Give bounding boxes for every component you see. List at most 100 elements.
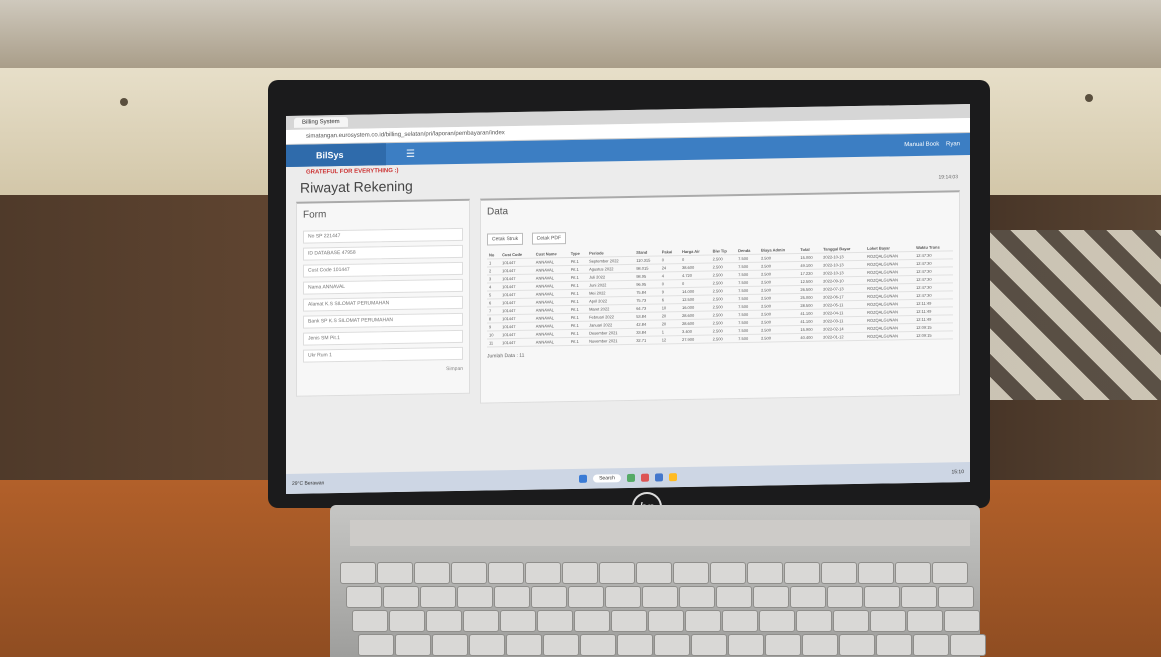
keyboard-key <box>648 610 684 632</box>
data-buttons: Cetak Struk Cetak PDF <box>487 219 953 246</box>
form-field-label: Ukr Rum <box>308 352 330 359</box>
brand-logo[interactable]: BilSys <box>286 143 386 167</box>
form-field-label: Cust Code <box>308 267 334 274</box>
manual-book-link[interactable]: Manual Book <box>904 142 939 149</box>
keyboard-key <box>463 610 499 632</box>
table-cell: 12 <box>659 335 680 344</box>
keyboard-key <box>790 586 826 608</box>
start-icon[interactable] <box>579 474 588 483</box>
keyboard-key <box>383 586 419 608</box>
table-cell: 7 <box>487 306 501 315</box>
form-field-label: Jenis SM <box>308 335 330 342</box>
keyboard-key <box>796 610 832 632</box>
keyboard-key <box>395 634 431 656</box>
table-cell: 5 <box>487 290 501 299</box>
data-panel: Data Cetak Struk Cetak PDF No Cust Code Cu… <box>480 190 960 404</box>
app-icon[interactable] <box>640 473 649 482</box>
form-field[interactable]: Bank SP K.S SILOMAT PERUMAHAN <box>303 312 463 329</box>
keyboard-key <box>599 562 635 584</box>
keyboard-key <box>500 610 536 632</box>
table-cell: 11 <box>487 338 501 347</box>
table-cell: 4 <box>487 282 501 291</box>
keyboard-key <box>821 562 857 584</box>
table-cell: 32.71 <box>634 335 660 345</box>
browser-tab[interactable]: Billing System <box>294 116 348 128</box>
keyboard-key <box>488 562 524 584</box>
app-icon[interactable] <box>668 473 677 482</box>
form-footer[interactable]: Simpan <box>303 366 463 375</box>
keyboard-key <box>679 586 715 608</box>
form-field-value: K.S SILOMAT PERUMAHAN <box>328 317 394 325</box>
keyboard-key <box>685 610 721 632</box>
keyboard-key <box>506 634 542 656</box>
form-field-value: Pit.1 <box>329 335 340 342</box>
table-cell: 2 <box>487 266 501 275</box>
data-title: Data <box>487 206 509 218</box>
form-field[interactable]: Nama ANNAVAL <box>303 278 463 295</box>
url-text: simatangan.eurosystem.co.id/billing_sela… <box>306 130 505 140</box>
form-fields: No SP 221447 ID DATABASE 47958 Cust Code 1… <box>303 227 463 363</box>
data-table: No Cust Code Cust Name Type Periode Stand Paka… <box>487 243 953 347</box>
keyboard-key <box>802 634 838 656</box>
weather-widget[interactable]: 29°C Berawan <box>292 480 324 487</box>
keyboard-key <box>753 586 789 608</box>
keyboard-key <box>389 610 425 632</box>
table-cell: Pit.1 <box>568 337 588 346</box>
keyboard-key <box>537 610 573 632</box>
wall <box>0 0 1161 72</box>
keyboard-key <box>420 586 456 608</box>
print-receipt-button[interactable]: Cetak Struk <box>487 232 524 246</box>
keyboard-key <box>457 586 493 608</box>
print-pdf-button[interactable]: Cetak PDF <box>531 232 567 245</box>
keyboard-key <box>605 586 641 608</box>
keyboard-key <box>654 634 690 656</box>
keyboard <box>340 562 986 657</box>
table-cell: ROZQALGUNAN <box>865 331 915 341</box>
header-right: Manual Book Ryan <box>904 141 960 148</box>
taskbar-clock: 15:10 <box>951 469 964 476</box>
table-cell: 27.900 <box>679 335 711 344</box>
table-cell: ANNAVAL <box>533 337 569 347</box>
keyboard-key <box>913 634 949 656</box>
keyboard-key <box>858 562 894 584</box>
hamburger-icon[interactable]: ☰ <box>406 148 415 159</box>
form-field[interactable]: ID DATABASE 47958 <box>303 244 463 261</box>
table-cell: 3 <box>487 274 501 283</box>
form-field-label: No SP <box>308 233 324 240</box>
form-field[interactable]: No SP 221447 <box>303 227 463 244</box>
table-cell: 6 <box>487 298 501 307</box>
app-icon[interactable] <box>626 473 635 483</box>
row-count: Jumlah Data : 11 <box>487 352 525 360</box>
keyboard-key <box>833 610 869 632</box>
table-cell: 9 <box>487 322 501 331</box>
form-field-label: ID DATABASE <box>308 249 342 257</box>
taskbar-search[interactable]: Search <box>593 474 621 483</box>
keyboard-key <box>944 610 980 632</box>
keyboard-key <box>870 610 906 632</box>
keyboard-key <box>543 634 579 656</box>
form-field-value: 221447 <box>323 233 341 240</box>
keyboard-key <box>932 562 968 584</box>
keyboard-key <box>876 634 912 656</box>
form-field-label: Bank SP <box>308 318 329 325</box>
keyboard-key <box>617 634 653 656</box>
keyboard-key <box>494 586 530 608</box>
keyboard-key <box>950 634 986 656</box>
keyboard-key <box>568 586 604 608</box>
keyboard-key <box>759 610 795 632</box>
keyboard-key <box>611 610 647 632</box>
form-field[interactable]: Cust Code 101447 <box>303 261 463 278</box>
form-field[interactable]: Ukr Rum 1 <box>303 346 463 363</box>
app-icon[interactable] <box>654 473 663 482</box>
table-cell: 12:09:15 <box>914 330 953 340</box>
form-field-value: 1 <box>329 352 332 359</box>
keyboard-key <box>673 562 709 584</box>
form-title: Form <box>303 209 327 221</box>
form-field-value: K.S SILOMAT PERUMAHAN <box>324 300 390 308</box>
form-field[interactable]: Jenis SM Pit.1 <box>303 329 463 346</box>
form-panel: Form No SP 221447 ID DATABASE 47958 Cust C… <box>296 198 470 397</box>
user-menu[interactable]: Ryan <box>946 141 960 147</box>
keyboard-key <box>895 562 931 584</box>
keyboard-key <box>642 586 678 608</box>
form-field[interactable]: Alamat K.S SILOMAT PERUMAHAN <box>303 295 463 312</box>
